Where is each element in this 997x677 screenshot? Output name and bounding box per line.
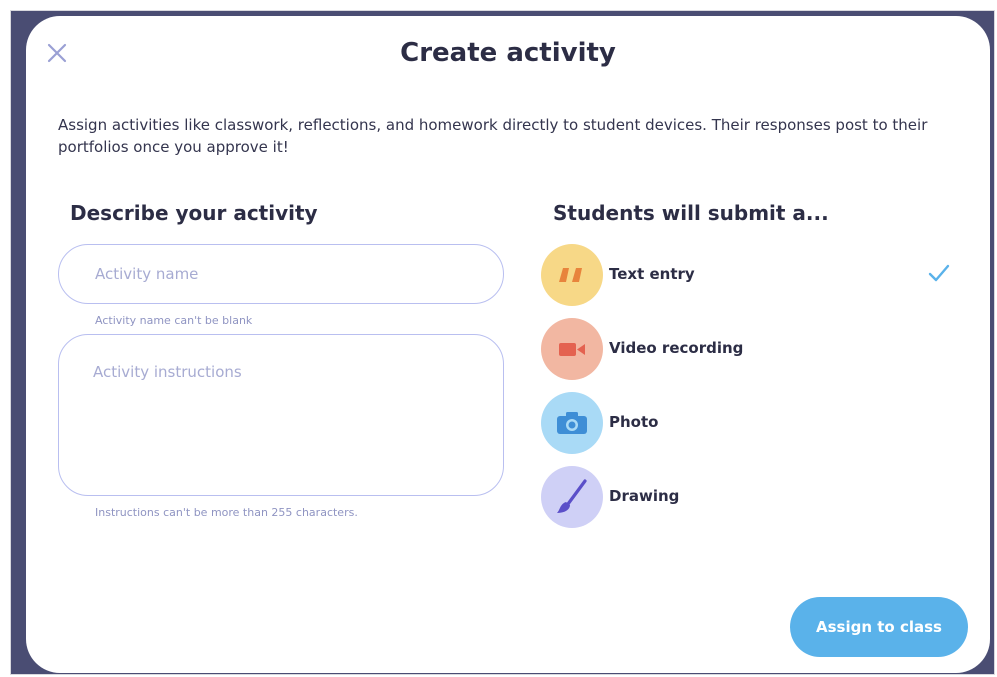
activity-instructions-hint: Instructions can't be more than 255 char… [95,506,358,519]
submit-option-photo[interactable]: Photo [541,392,951,454]
submit-option-label: Video recording [609,339,744,357]
activity-name-input[interactable] [58,244,504,304]
paintbrush-icon [541,466,603,528]
create-activity-modal: Create activity Assign activities like c… [26,16,990,673]
camera-icon [541,392,603,454]
submit-option-label: Photo [609,413,659,431]
modal-title: Create activity [400,38,616,68]
submit-option-label: Drawing [609,487,680,505]
describe-heading: Describe your activity [70,201,318,225]
submit-option-drawing[interactable]: Drawing [541,466,951,528]
video-icon [541,318,603,380]
submit-heading: Students will submit a... [553,201,829,225]
assign-to-class-button[interactable]: Assign to class [790,597,968,657]
submit-option-label: Text entry [609,265,695,283]
modal-description: Assign activities like classwork, reflec… [58,116,928,156]
check-icon [927,262,951,288]
activity-instructions-input[interactable] [58,334,504,496]
submit-option-text-entry[interactable]: Text entry [541,244,951,306]
activity-name-hint: Activity name can't be blank [95,314,253,327]
quote-icon [541,244,603,306]
submit-option-video-recording[interactable]: Video recording [541,318,951,380]
